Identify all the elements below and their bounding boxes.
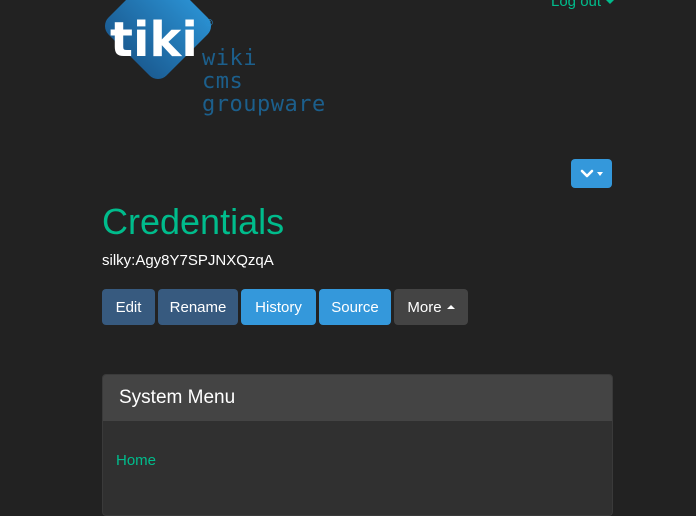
caret-up-icon <box>446 305 455 309</box>
more-button[interactable]: More <box>394 289 468 325</box>
page-title: Credentials <box>102 201 285 242</box>
logo-tagline-cms: cms <box>202 69 244 94</box>
page-actions-toolbar: Edit Rename History Source More <box>102 289 471 325</box>
history-button-label: History <box>255 298 302 316</box>
source-button[interactable]: Source <box>319 289 391 325</box>
rename-button-label: Rename <box>169 298 227 316</box>
source-button-label: Source <box>331 298 379 316</box>
logout-link[interactable]: Log out <box>551 0 615 10</box>
menu-item-home[interactable]: Home <box>116 452 156 469</box>
edit-button-label: Edit <box>115 298 142 316</box>
system-menu-title: System Menu <box>119 387 236 408</box>
registered-mark: ® <box>204 18 214 29</box>
logout-label: Log out <box>551 0 602 10</box>
more-button-label: More <box>407 298 442 316</box>
system-menu-header: System Menu <box>103 375 612 421</box>
system-menu-module: System Menu Home <box>102 374 613 516</box>
chevron-down-icon <box>580 169 594 177</box>
history-button[interactable]: History <box>241 289 316 325</box>
caret-down-icon <box>597 171 603 176</box>
caret-down-icon <box>606 0 615 5</box>
logo-tagline-groupware: groupware <box>202 92 326 117</box>
logo-brand-text: tiki <box>110 12 198 68</box>
logo-tagline: wiki cms groupware <box>202 47 326 116</box>
edit-button[interactable]: Edit <box>102 289 155 325</box>
page-description: silky:Agy8Y7SPJNXQzqA <box>102 252 274 269</box>
rename-button[interactable]: Rename <box>158 289 238 325</box>
page-options-dropdown-button[interactable] <box>571 159 612 188</box>
logo-tagline-wiki: wiki <box>202 46 257 71</box>
